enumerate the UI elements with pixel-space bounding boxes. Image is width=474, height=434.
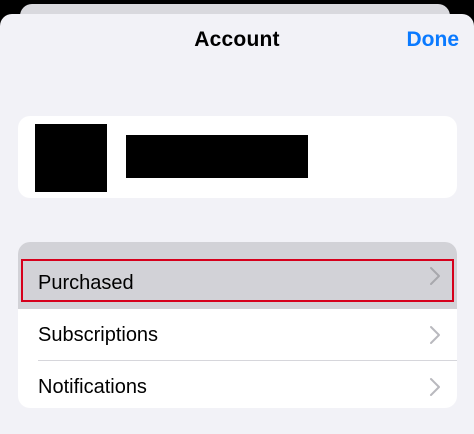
page-title: Account	[194, 28, 280, 51]
list-item-label: Notifications	[38, 375, 147, 398]
account-name-redacted	[126, 135, 308, 178]
done-button[interactable]: Done	[407, 28, 460, 52]
chevron-right-icon	[430, 266, 440, 285]
profile-card[interactable]	[18, 116, 457, 198]
chevron-right-icon	[430, 326, 440, 344]
list-item-notifications[interactable]: Notifications	[18, 361, 457, 408]
list-item-label: Subscriptions	[38, 323, 159, 346]
list-item-subscriptions[interactable]: Subscriptions	[18, 309, 457, 361]
list-item-label: Purchased	[38, 272, 134, 294]
avatar	[35, 124, 107, 192]
account-menu-list: Purchased Subscriptions Notifications	[18, 242, 457, 408]
chevron-right-icon	[430, 378, 440, 396]
list-item-purchased[interactable]: Purchased	[18, 242, 457, 309]
